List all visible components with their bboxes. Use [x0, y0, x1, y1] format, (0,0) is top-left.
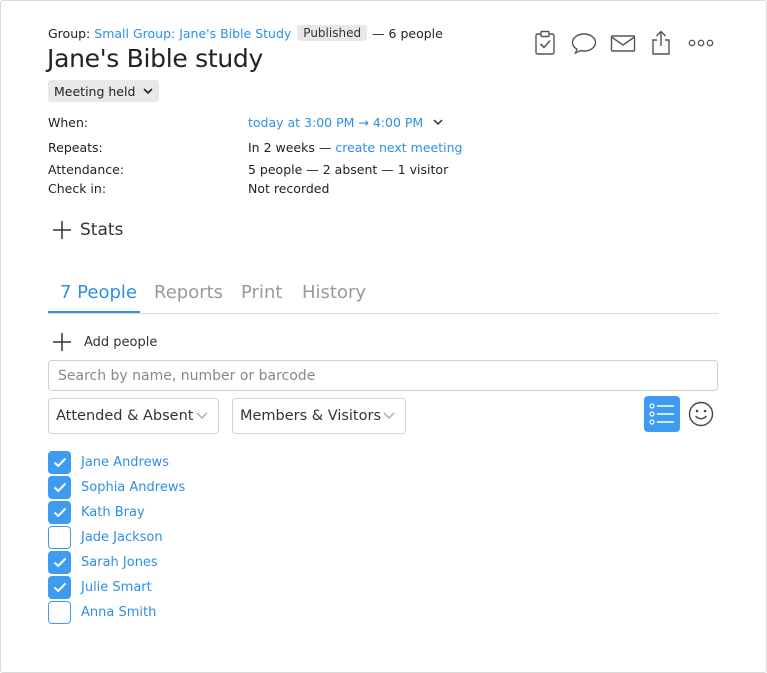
smiley-icon: [688, 401, 714, 427]
checkmark-icon: [53, 557, 66, 567]
person-name[interactable]: Julie Smart: [81, 580, 152, 595]
list-item: Kath Bray: [48, 500, 145, 524]
list-item: Jane Andrews: [48, 450, 169, 474]
list-view-button[interactable]: [644, 396, 680, 432]
comment-icon[interactable]: [571, 30, 597, 56]
status-badge: Published: [297, 25, 368, 41]
repeats-text: In 2 weeks —: [248, 140, 332, 155]
person-name[interactable]: Jade Jackson: [81, 530, 163, 545]
more-icon[interactable]: [688, 30, 714, 56]
attendance-value: 5 people — 2 absent — 1 visitor: [248, 162, 449, 177]
attendance-checkbox[interactable]: [48, 600, 71, 624]
chevron-down-icon: [433, 119, 443, 126]
chevron-down-icon: [383, 412, 395, 419]
group-line: Group: Small Group: Jane's Bible Study P…: [48, 25, 443, 41]
active-tab-indicator: [48, 311, 140, 313]
list-item: Anna Smith: [48, 600, 156, 624]
list-item: Sophia Andrews: [48, 475, 185, 499]
attendance-filter-value: Attended & Absent: [56, 408, 194, 424]
list-item: Sarah Jones: [48, 550, 158, 574]
checkin-label: Check in:: [48, 181, 107, 196]
clipboard-check-icon[interactable]: [532, 30, 558, 56]
tab-print[interactable]: Print: [241, 282, 282, 303]
list-item: Julie Smart: [48, 575, 152, 599]
membership-filter-value: Members & Visitors: [240, 408, 382, 424]
tab-bar: 7 People Reports Print History: [48, 280, 718, 314]
attendance-checkbox[interactable]: [48, 500, 71, 524]
tab-people[interactable]: 7 People: [60, 282, 137, 303]
meeting-status-dropdown[interactable]: Meeting held: [48, 80, 160, 102]
when-label: When:: [48, 115, 89, 130]
share-icon[interactable]: [648, 30, 674, 56]
list-icon: [649, 403, 674, 425]
list-item: Jade Jackson: [48, 525, 163, 549]
attendance-checkbox[interactable]: [48, 475, 71, 499]
checkmark-icon: [53, 482, 66, 492]
attendance-checkbox[interactable]: [48, 450, 71, 474]
attendance-checkbox[interactable]: [48, 550, 71, 574]
plus-icon: [53, 221, 71, 239]
when-value: today at 3:00 PM → 4:00 PM: [248, 115, 424, 130]
checkmark-icon: [53, 582, 66, 592]
page-title: Jane's Bible study: [47, 44, 263, 73]
attendance-checkbox[interactable]: [48, 575, 71, 599]
stats-toggle[interactable]: Stats: [52, 220, 123, 240]
person-name[interactable]: Anna Smith: [81, 605, 156, 620]
attendance-label: Attendance:: [48, 162, 125, 177]
people-count: — 6 people: [372, 25, 443, 41]
person-name[interactable]: Sophia Andrews: [81, 480, 185, 495]
attendance-checkbox[interactable]: [48, 525, 71, 549]
meeting-status-label: Meeting held: [54, 83, 136, 99]
tab-reports[interactable]: Reports: [154, 282, 223, 303]
face-view-button[interactable]: [686, 399, 716, 429]
create-next-meeting-link[interactable]: create next meeting: [335, 140, 462, 155]
plus-icon: [53, 333, 71, 351]
tab-history[interactable]: History: [302, 282, 366, 303]
chevron-down-icon: [196, 412, 208, 419]
stats-label: Stats: [80, 220, 124, 240]
repeats-label: Repeats:: [48, 140, 103, 155]
group-link[interactable]: Small Group: Jane's Bible Study: [94, 26, 291, 41]
mail-icon[interactable]: [610, 30, 636, 56]
attendance-filter-dropdown[interactable]: Attended & Absent: [48, 398, 219, 434]
checkin-value: Not recorded: [248, 181, 330, 196]
when-value-dropdown[interactable]: today at 3:00 PM → 4:00 PM: [248, 115, 443, 130]
repeats-value: In 2 weeks — create next meeting: [248, 140, 462, 155]
group-prefix: Group:: [48, 25, 91, 41]
add-people-label: Add people: [84, 334, 158, 350]
checkmark-icon: [53, 507, 66, 517]
chevron-down-icon: [143, 87, 153, 94]
add-people-button[interactable]: Add people: [52, 332, 157, 352]
checkmark-icon: [53, 457, 66, 467]
person-name[interactable]: Jane Andrews: [81, 455, 169, 470]
person-name[interactable]: Sarah Jones: [81, 555, 158, 570]
search-input[interactable]: [48, 360, 718, 391]
person-name[interactable]: Kath Bray: [81, 505, 145, 520]
membership-filter-dropdown[interactable]: Members & Visitors: [232, 398, 406, 434]
